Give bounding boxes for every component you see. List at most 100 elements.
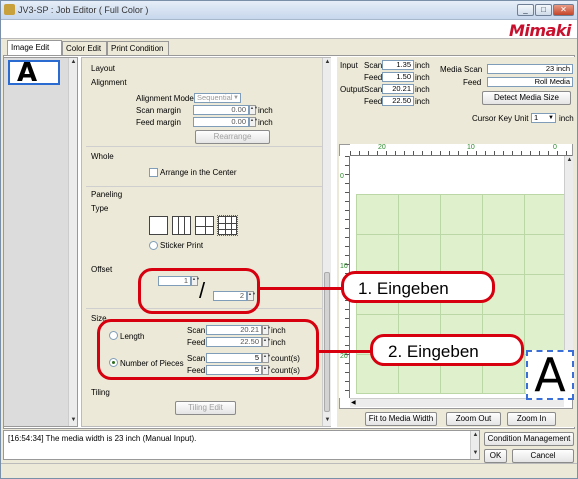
paneling-heading: Paneling	[91, 190, 123, 199]
panel-type-staggered-icon[interactable]	[195, 216, 214, 235]
feed-margin-label: Feed margin	[136, 118, 181, 127]
scan-margin-unit: inch	[258, 106, 273, 115]
scroll-left-icon[interactable]: ◀	[351, 399, 356, 406]
dropdown-arrow-icon: ▼	[233, 95, 239, 101]
tiling-edit-button[interactable]: Tiling Edit	[175, 401, 236, 415]
mimaki-logo: Mimaki	[509, 21, 572, 40]
offset-highlight	[138, 268, 260, 314]
scroll-up-icon[interactable]: ▲	[471, 431, 480, 440]
feed-margin-input[interactable]: 0.00	[193, 117, 249, 127]
scroll-up-icon[interactable]: ▲	[69, 58, 78, 67]
scan-margin-label: Scan margin	[136, 106, 181, 115]
scroll-down-icon[interactable]: ▼	[471, 449, 480, 458]
fit-to-media-width-button[interactable]: Fit to Media Width	[365, 412, 437, 426]
horizontal-ruler: 20 10 0	[350, 144, 572, 156]
condition-management-button[interactable]: Condition Management	[484, 432, 574, 446]
whole-heading: Whole	[91, 152, 114, 161]
input-label: Input	[340, 61, 358, 70]
input-feed-value: 1.50	[382, 72, 414, 82]
alignment-heading: Alignment	[91, 78, 127, 87]
divider	[86, 146, 326, 147]
media-scan-label: Media Scan	[440, 65, 483, 74]
sticker-print-label: Sticker Print	[160, 241, 204, 250]
output-scan-value: 20.21	[382, 84, 414, 94]
feed-margin-spinner[interactable]: ▲▼	[249, 117, 258, 127]
input-scan-value: 1.35	[382, 60, 414, 70]
tab-print-condition[interactable]: Print Condition	[107, 41, 169, 55]
output-feed-label: Feed	[364, 97, 383, 106]
input-feed-unit: inch	[415, 73, 430, 82]
type-label: Type	[91, 204, 109, 213]
input-scan-unit: inch	[415, 61, 430, 70]
scroll-up-icon[interactable]: ▲	[323, 58, 332, 67]
preview-image[interactable]: A	[526, 350, 574, 400]
tiling-label: Tiling	[91, 388, 110, 397]
scan-margin-spinner[interactable]: ▲▼	[249, 105, 258, 115]
tab-color-edit[interactable]: Color Edit	[62, 41, 107, 55]
sticker-print-radio[interactable]	[149, 241, 158, 250]
arrange-center-label: Arrange in the Center	[160, 168, 237, 177]
output-feed-value: 22.50	[382, 96, 414, 106]
thumbnail-list: A ▲ ▼	[3, 57, 78, 427]
tab-image-edit[interactable]: Image Edit	[7, 40, 62, 55]
settings-scrollbar[interactable]: ▲ ▼	[322, 58, 331, 426]
input-scan-label: Scan	[364, 61, 383, 70]
input-feed-label: Feed	[364, 73, 383, 82]
thumbnail-scrollbar[interactable]: ▲ ▼	[68, 58, 77, 426]
size-highlight	[97, 319, 319, 380]
zoom-in-button[interactable]: Zoom In	[507, 412, 556, 426]
callout-connector	[319, 350, 372, 353]
feed-margin-unit: inch	[258, 118, 273, 127]
status-bar	[1, 463, 577, 478]
offset-label: Offset	[91, 265, 113, 274]
minimize-button[interactable]: _	[517, 4, 534, 16]
scroll-thumb[interactable]	[324, 272, 330, 412]
output-scan-unit: inch	[415, 85, 430, 94]
message-log: [16:54:34] The media width is 23 inch (M…	[3, 430, 480, 460]
divider	[86, 186, 326, 187]
cursor-key-unit-label: Cursor Key Unit	[472, 114, 529, 123]
close-button[interactable]: ✕	[553, 4, 574, 16]
panel-type-tile-icon[interactable]	[217, 215, 238, 236]
cancel-button[interactable]: Cancel	[512, 449, 574, 463]
callout-step-one: 1. Eingeben	[341, 271, 495, 303]
panel-type-single-icon[interactable]	[149, 216, 168, 235]
dropdown-arrow-icon: ▼	[548, 115, 554, 121]
ruler-ticks	[350, 151, 572, 155]
ruler-tick-label: 0	[340, 173, 344, 180]
ok-button[interactable]: OK	[484, 449, 507, 463]
rearrange-button[interactable]: Rearrange	[195, 130, 270, 144]
scroll-down-icon[interactable]: ▼	[69, 416, 78, 425]
callout-step-two: 2. Eingeben	[370, 334, 524, 366]
thumbnail-item[interactable]: A	[8, 60, 60, 86]
alignment-mode-select[interactable]: Sequential ▼	[194, 93, 241, 103]
brand-bar: Mimaki	[1, 20, 577, 40]
maximize-button[interactable]: □	[535, 4, 552, 16]
output-feed-unit: inch	[415, 97, 430, 106]
ruler-tick-label: 10	[467, 144, 475, 151]
ruler-tick-label: 0	[553, 144, 557, 151]
output-label: Output	[340, 85, 365, 94]
scroll-up-icon[interactable]: ▲	[565, 156, 574, 165]
scan-margin-input[interactable]: 0.00	[193, 105, 249, 115]
arrange-center-checkbox[interactable]	[149, 168, 158, 177]
cursor-key-unit-suffix: inch	[559, 114, 574, 123]
job-editor-window: JV3-SP : Job Editor ( Full Color ) _ □ ✕…	[0, 0, 578, 479]
media-feed-value: Roll Media	[487, 77, 573, 87]
app-icon	[4, 4, 15, 15]
scroll-down-icon[interactable]: ▼	[323, 416, 332, 425]
zoom-out-button[interactable]: Zoom Out	[446, 412, 501, 426]
detect-media-size-button[interactable]: Detect Media Size	[482, 91, 571, 105]
layout-heading: Layout	[91, 64, 116, 73]
cursor-key-unit-select[interactable]: 1 ▼	[531, 113, 556, 123]
ruler-tick-label: 20	[378, 144, 386, 151]
window-title: JV3-SP : Job Editor ( Full Color )	[18, 5, 149, 15]
message-text: [16:54:34] The media width is 23 inch (M…	[8, 434, 197, 443]
callout-connector	[260, 287, 344, 290]
message-scrollbar[interactable]: ▲ ▼	[470, 431, 479, 459]
panel-type-grid-icon[interactable]	[172, 216, 191, 235]
media-scan-value: 23 inch	[487, 64, 573, 74]
alignment-mode-label: Alignment Mode	[136, 94, 194, 103]
callout-step-one-text: 1. Eingeben	[358, 279, 449, 298]
title-bar: JV3-SP : Job Editor ( Full Color ) _ □ ✕	[1, 1, 577, 20]
